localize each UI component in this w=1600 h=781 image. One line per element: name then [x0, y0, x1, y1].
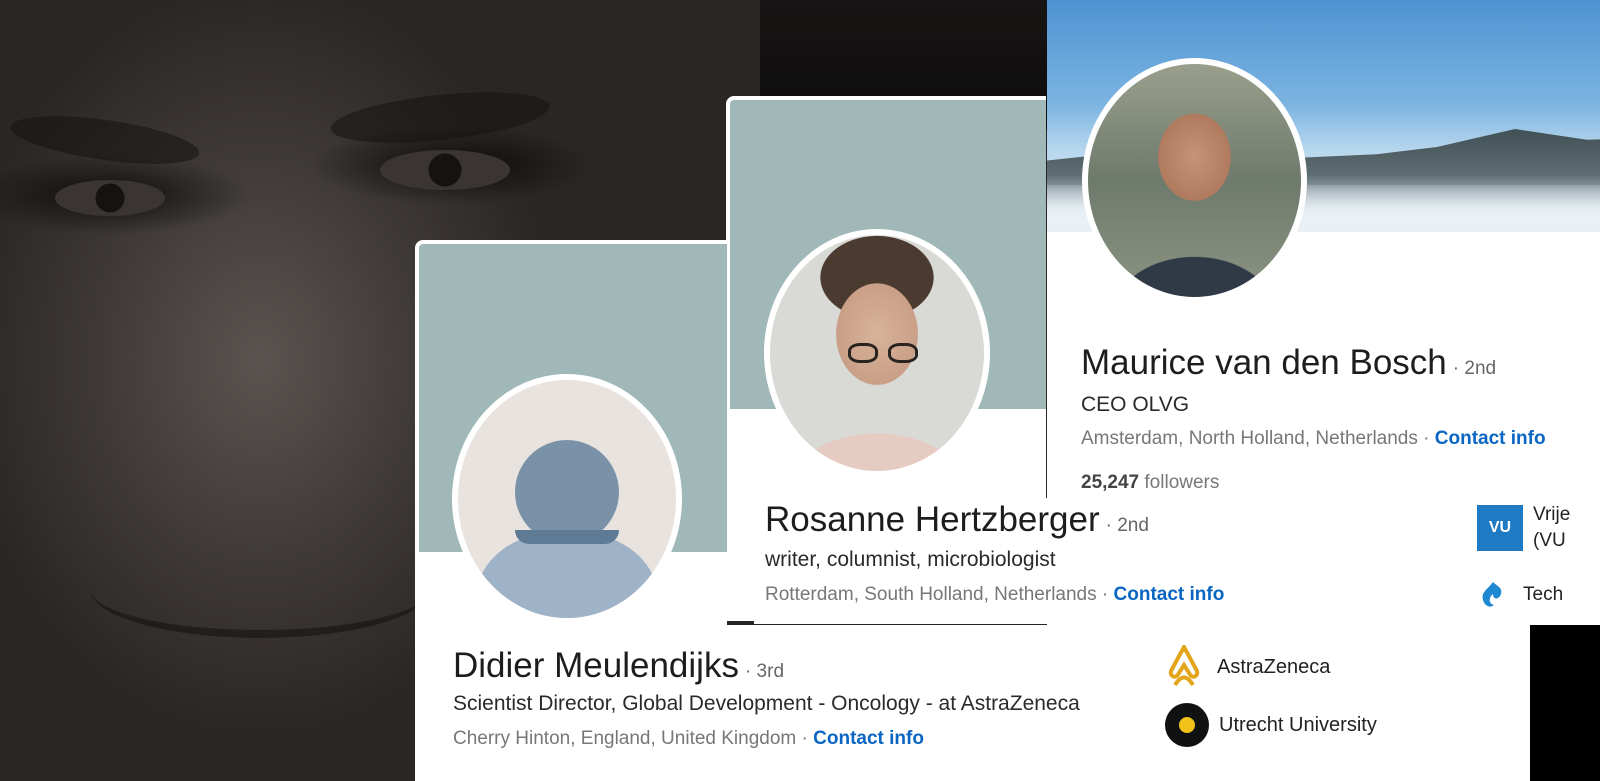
org-name: AstraZeneca [1217, 655, 1331, 678]
separator: · [801, 728, 808, 749]
background-left-brow [8, 106, 202, 174]
profile-location: Cherry Hinton, England, United Kingdom [453, 728, 797, 749]
background-right-eye [380, 150, 510, 190]
org-name: Utrecht University [1219, 713, 1377, 736]
black-corner [1530, 625, 1600, 781]
contact-info-link[interactable]: Contact info [813, 728, 924, 749]
utrecht-university-logo-icon [1165, 703, 1209, 747]
default-avatar-icon [458, 380, 676, 618]
profile-avatar[interactable] [452, 374, 682, 624]
avatar-neck-shape [515, 530, 619, 544]
org-utrecht-university[interactable]: Utrecht University [1165, 703, 1377, 747]
org-astrazeneca[interactable]: AstraZeneca [1167, 645, 1330, 689]
profile-headline: Scientist Director, Global Development -… [453, 692, 1080, 715]
avatar-head-shape [515, 440, 619, 544]
background-mouth [90, 540, 430, 638]
connection-degree: · 3rd [744, 661, 785, 682]
background-right-brow [328, 83, 552, 152]
background-left-eye [55, 180, 165, 216]
profile-card-didier: Didier Meulendijks · 3rd Scientist Direct… [415, 240, 1535, 781]
profile-name-text: Didier Meulendijks [453, 646, 739, 685]
profile-name: Didier Meulendijks · 3rd [453, 646, 784, 686]
astrazeneca-logo-icon [1168, 645, 1200, 687]
profile-location-row: Cherry Hinton, England, United Kingdom ·… [453, 728, 924, 750]
